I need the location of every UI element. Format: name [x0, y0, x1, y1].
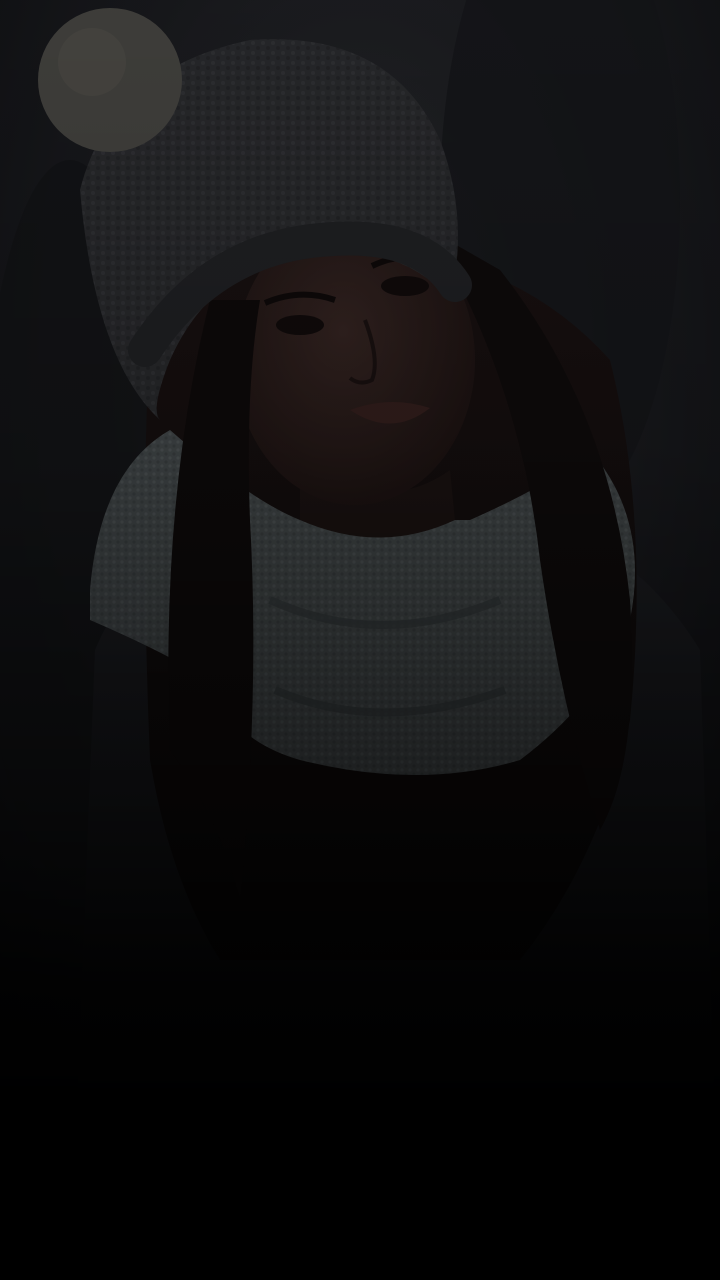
- portrait-photo: [0, 0, 720, 1280]
- left-eye: [276, 315, 324, 335]
- right-eye: [381, 276, 429, 296]
- screen-root: [0, 0, 720, 1280]
- pompom-highlight: [58, 28, 126, 96]
